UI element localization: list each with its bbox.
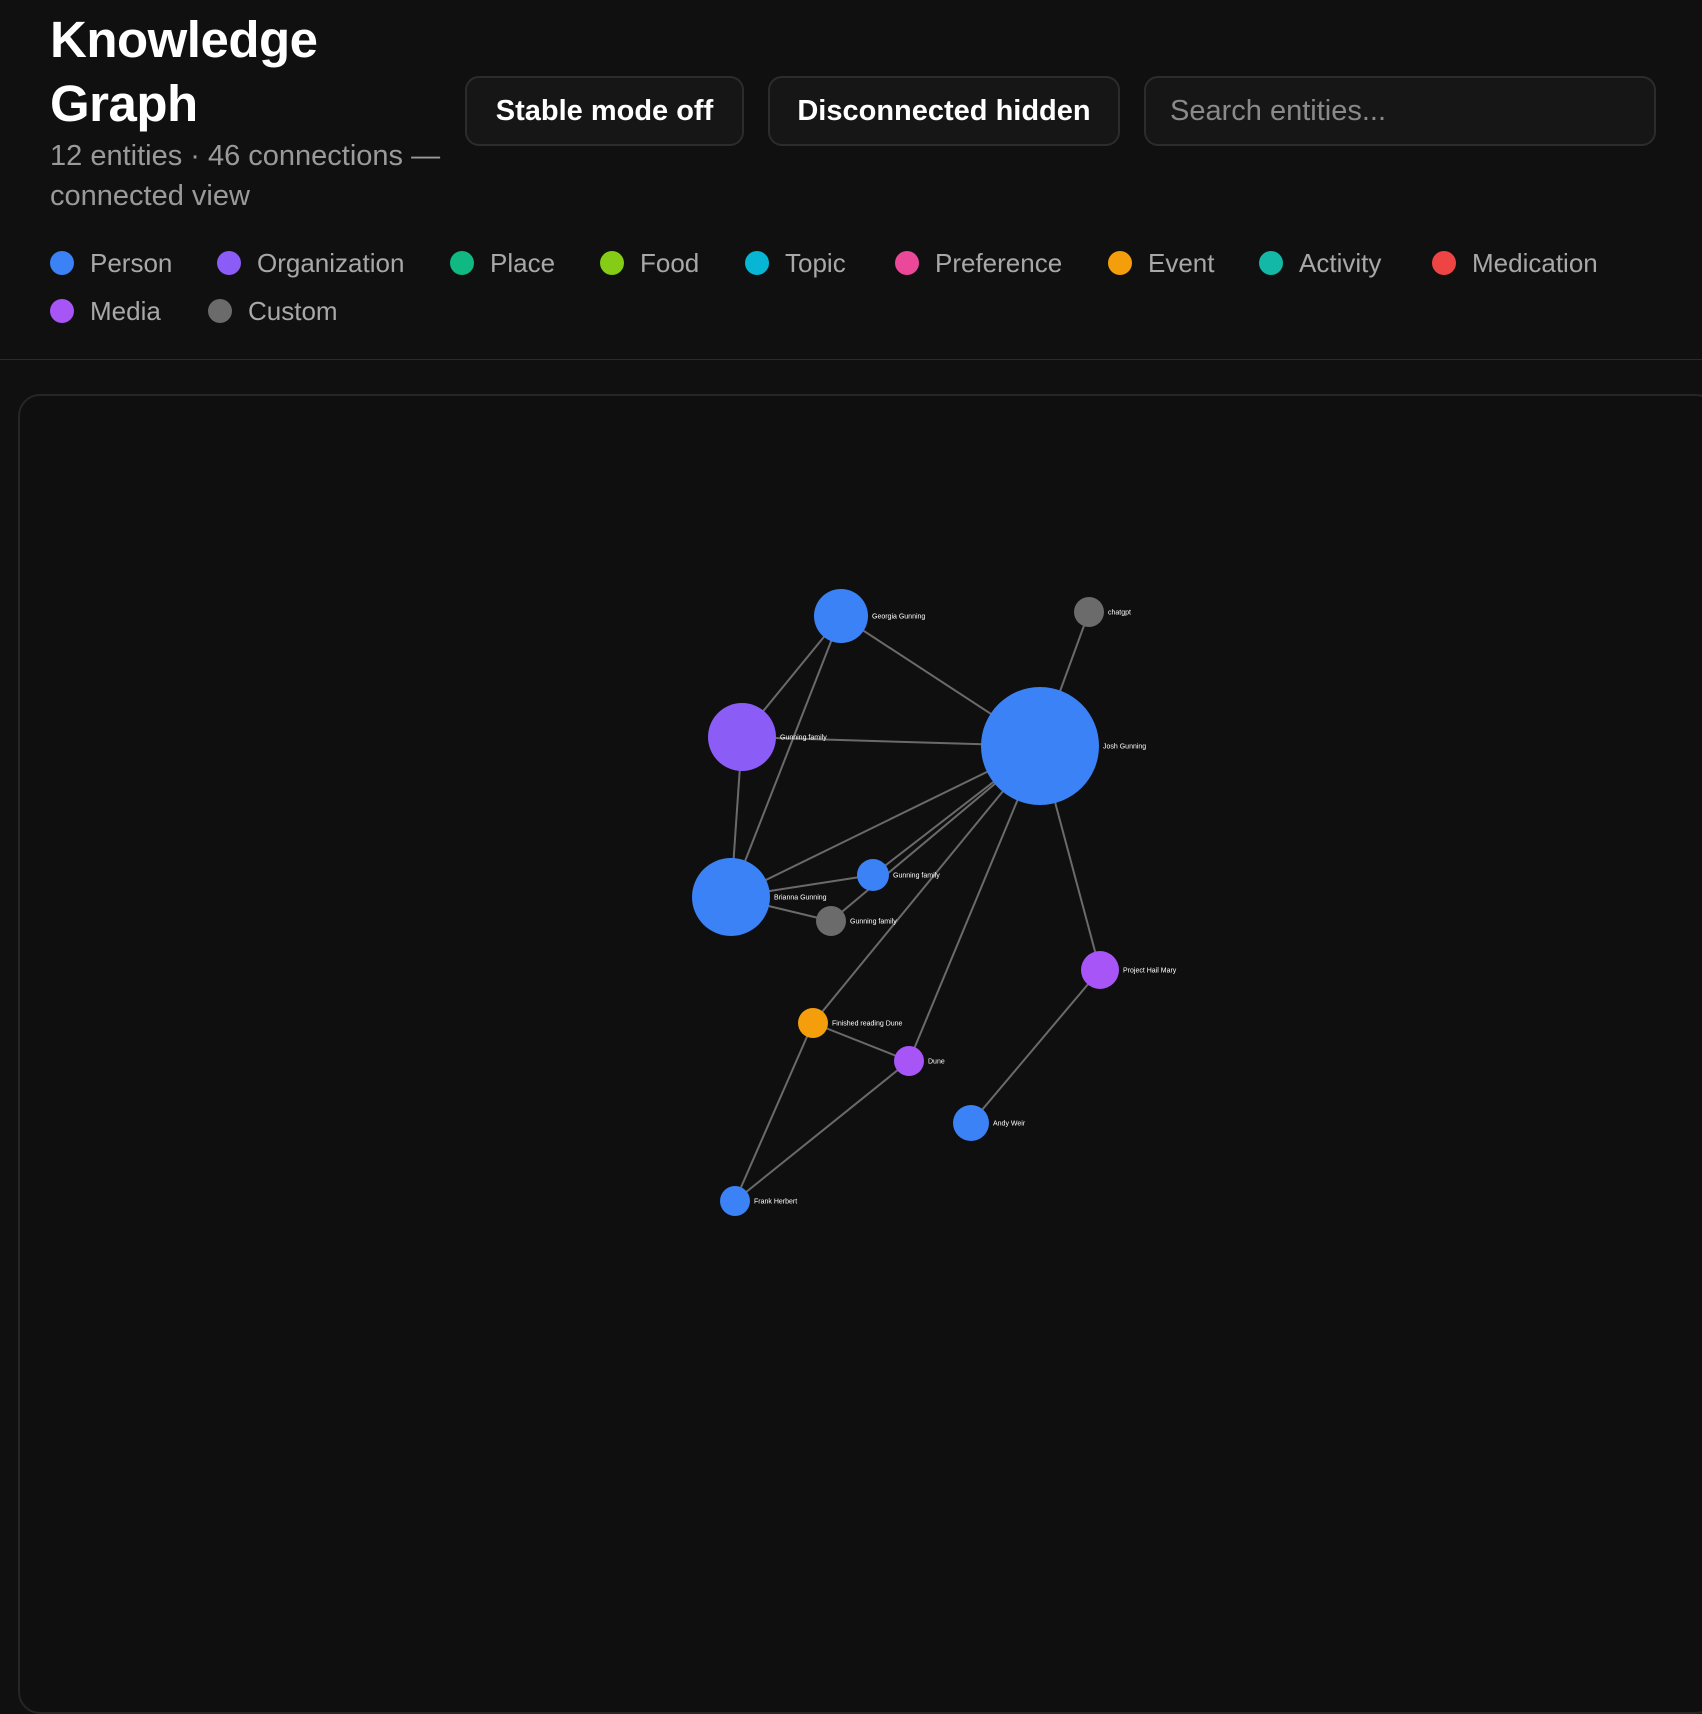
graph-node[interactable]: Dune — [894, 1046, 945, 1076]
graph-nodes: Georgia Gunning chatgpt Gunning family Josh… — [692, 589, 1177, 1216]
graph-edge — [970, 969, 1101, 1124]
knowledge-graph[interactable]: Georgia Gunning chatgpt Gunning family Josh… — [0, 0, 1702, 1688]
node-circle[interactable] — [692, 858, 770, 936]
node-label: Gunning family — [850, 919, 897, 926]
node-circle[interactable] — [894, 1046, 924, 1076]
graph-node[interactable]: Gunning family — [708, 703, 827, 771]
node-circle[interactable] — [708, 703, 776, 771]
graph-edge — [734, 1022, 814, 1202]
node-label: Frank Herbert — [754, 1199, 797, 1206]
node-circle[interactable] — [1081, 951, 1119, 989]
node-circle[interactable] — [814, 589, 868, 643]
node-circle[interactable] — [981, 687, 1099, 805]
node-label: Dune — [928, 1059, 945, 1066]
node-circle[interactable] — [1074, 597, 1104, 627]
node-label: Gunning family — [893, 873, 940, 880]
node-label: Gunning family — [780, 735, 827, 742]
graph-node[interactable]: Josh Gunning — [981, 687, 1146, 805]
node-label: Finished reading Dune — [832, 1021, 903, 1028]
graph-node[interactable]: Andy Weir — [953, 1105, 1026, 1141]
node-label: Georgia Gunning — [872, 614, 925, 621]
node-circle[interactable] — [720, 1186, 750, 1216]
node-circle[interactable] — [953, 1105, 989, 1141]
node-label: Andy Weir — [993, 1121, 1026, 1128]
graph-node[interactable]: Finished reading Dune — [798, 1008, 903, 1038]
graph-edge — [734, 1060, 910, 1202]
graph-node[interactable]: Frank Herbert — [720, 1186, 797, 1216]
node-label: Project Hail Mary — [1123, 968, 1177, 975]
node-label: chatgpt — [1108, 610, 1131, 617]
graph-node[interactable]: chatgpt — [1074, 597, 1131, 627]
node-label: Josh Gunning — [1103, 744, 1146, 751]
graph-node[interactable]: Gunning family — [816, 906, 897, 936]
graph-edge — [812, 1022, 910, 1062]
graph-node[interactable]: Brianna Gunning — [692, 858, 827, 936]
node-circle[interactable] — [857, 859, 889, 891]
graph-node[interactable]: Project Hail Mary — [1081, 951, 1177, 989]
node-label: Brianna Gunning — [774, 895, 827, 902]
node-circle[interactable] — [798, 1008, 828, 1038]
node-circle[interactable] — [816, 906, 846, 936]
